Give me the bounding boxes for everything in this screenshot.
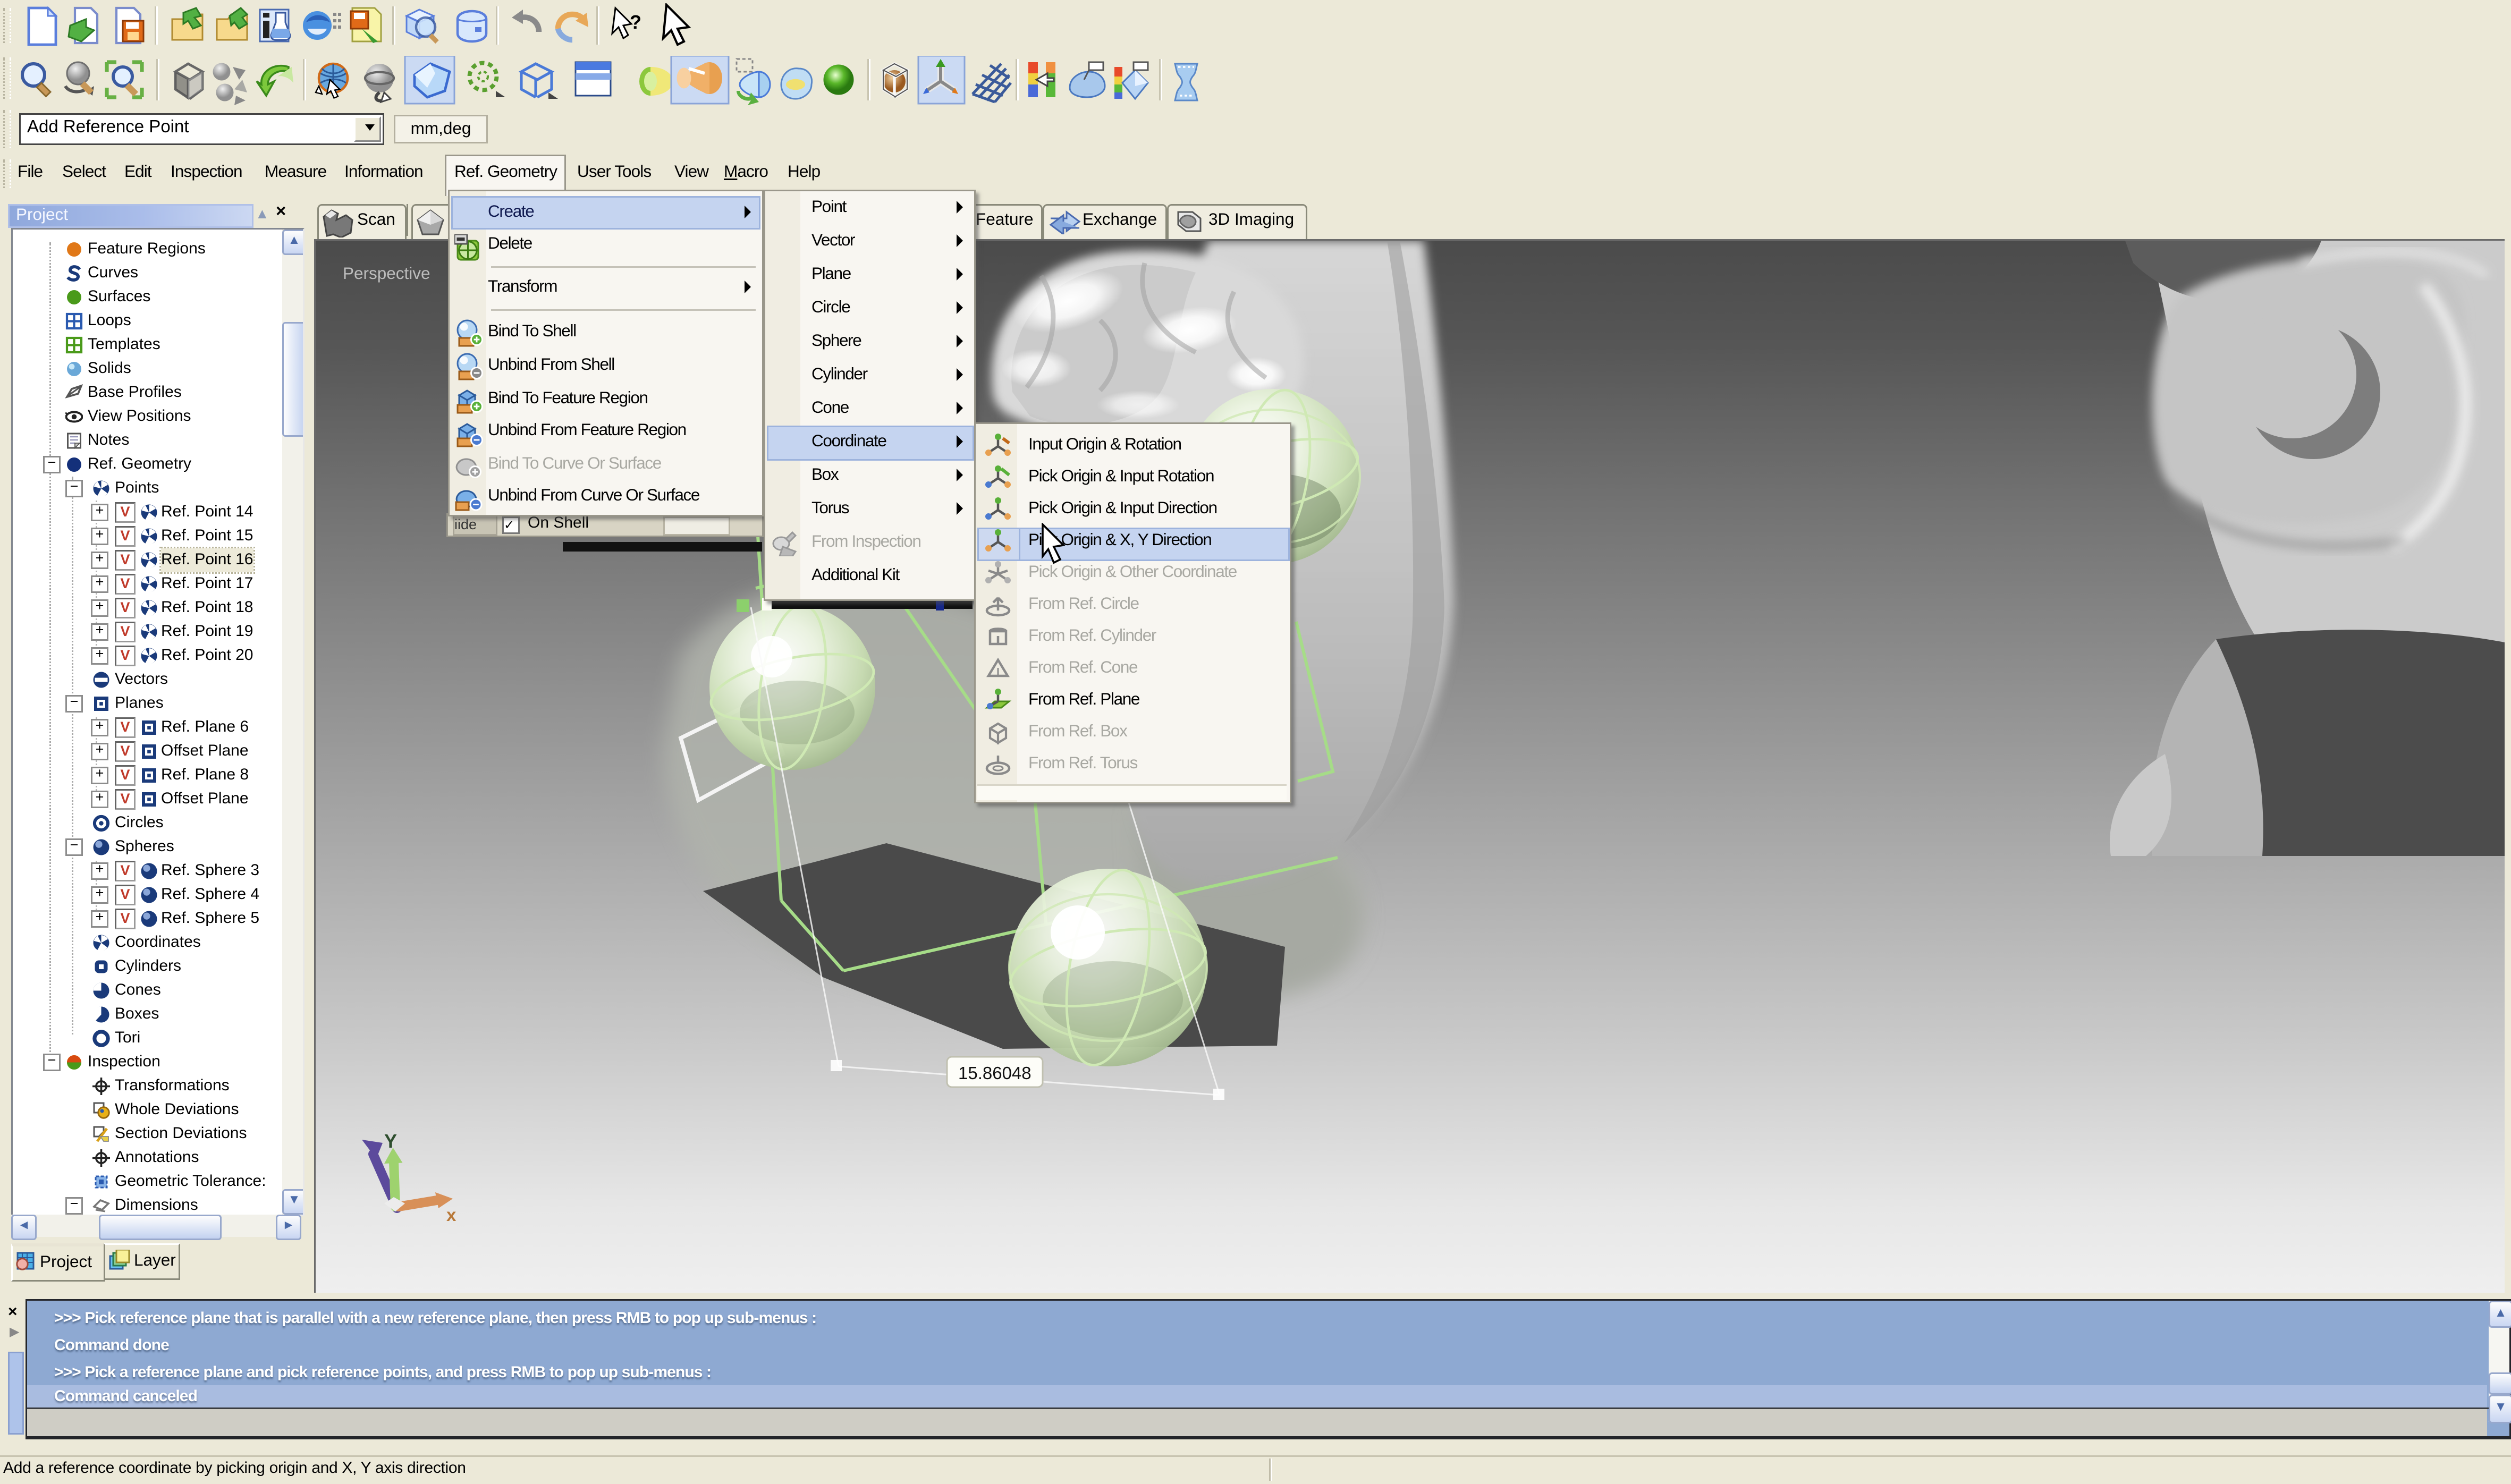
svg-text:15.86048: 15.86048 — [958, 1063, 1032, 1083]
svg-text:?: ? — [630, 11, 641, 33]
svg-text:x: x — [446, 1205, 456, 1225]
svg-text:Y: Y — [384, 1130, 397, 1152]
